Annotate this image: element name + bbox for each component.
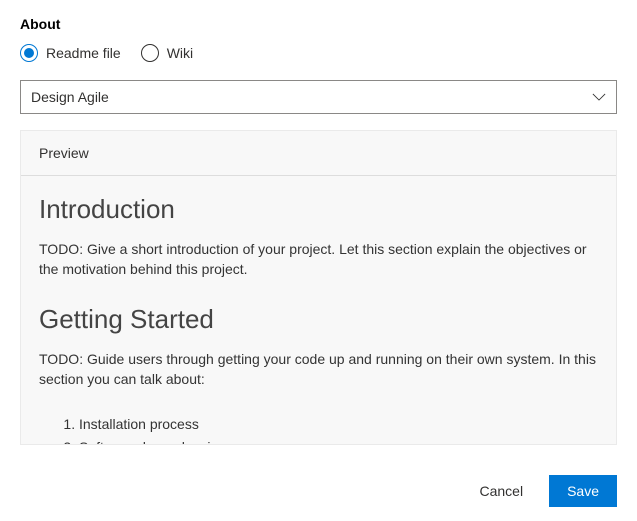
save-button[interactable]: Save [549, 475, 617, 507]
preview-body: Introduction TODO: Give a short introduc… [21, 176, 616, 444]
list-item: Software dependencies [79, 436, 598, 444]
preview-tab[interactable]: Preview [39, 145, 89, 161]
radio-wiki[interactable]: Wiki [141, 44, 193, 62]
about-source-radio-group: Readme file Wiki [20, 44, 617, 62]
radio-readme[interactable]: Readme file [20, 44, 121, 62]
getting-started-list: Installation process Software dependenci… [39, 413, 598, 444]
intro-heading: Introduction [39, 194, 598, 225]
chevron-down-icon [592, 90, 606, 104]
readme-dropdown[interactable]: Design Agile [20, 80, 617, 114]
radio-readme-label: Readme file [46, 45, 121, 61]
list-item: Installation process [79, 413, 598, 435]
radio-selected-icon [20, 44, 38, 62]
preview-section: Preview Introduction TODO: Give a short … [20, 130, 617, 445]
cancel-button[interactable]: Cancel [461, 475, 541, 507]
dropdown-selected-value: Design Agile [31, 89, 109, 105]
radio-wiki-label: Wiki [167, 45, 193, 61]
getting-started-heading: Getting Started [39, 304, 598, 335]
panel-title: About [20, 16, 617, 32]
preview-header: Preview [21, 131, 616, 176]
footer-actions: Cancel Save [461, 475, 617, 507]
radio-unselected-icon [141, 44, 159, 62]
intro-body-text: TODO: Give a short introduction of your … [39, 239, 598, 280]
getting-started-body-text: TODO: Guide users through getting your c… [39, 349, 598, 390]
